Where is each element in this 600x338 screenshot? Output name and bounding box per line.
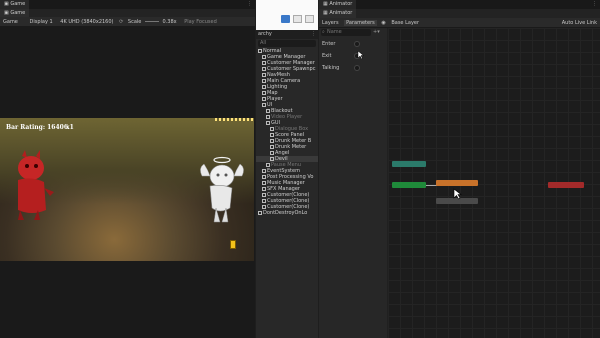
game-icon: ▣ (4, 10, 9, 16)
hierarchy-panel: archy ⋮ All Normal Game Manager Customer M… (256, 0, 318, 338)
parameter-row[interactable]: Enter (319, 38, 387, 50)
tab-layers[interactable]: Layers (322, 20, 339, 26)
parameter-list: Enter Exit Talking (319, 38, 387, 74)
gameobject-icon (270, 139, 274, 143)
tab-animator-2[interactable]: ▦ Animator (319, 9, 357, 18)
game-subtab: ▣ Game (0, 9, 255, 17)
gameobject-icon (266, 163, 270, 167)
scale-slider[interactable] (144, 21, 159, 22)
state-node-idle[interactable] (392, 161, 426, 167)
hierarchy-item-label: DontDestroyOnLo (263, 210, 308, 216)
parameter-label: Talking (322, 65, 340, 71)
angel-sprite (200, 156, 244, 223)
gameobject-icon (270, 145, 274, 149)
gameobject-icon (270, 151, 274, 155)
trigger-toggle[interactable] (354, 41, 360, 47)
panel-menu-icon[interactable]: ⋮ (592, 1, 597, 7)
add-parameter-button[interactable]: +▾ (373, 29, 380, 35)
parameters-search-row: ⌕ Name +▾ (319, 28, 387, 38)
gameobject-icon (266, 121, 270, 125)
play-toolbar-area (256, 0, 318, 30)
bar-rating-text: Bar Rating: 16406 (6, 124, 69, 131)
animator-toolbar: Layers Parameters ◉ Base Layer Auto Live… (319, 18, 600, 28)
eye-icon[interactable]: ◉ (381, 20, 385, 26)
gameobject-icon (266, 109, 270, 113)
gameobject-icon (262, 205, 266, 209)
parameters-panel: ⌕ Name +▾ Enter Exit Talking (319, 28, 387, 338)
score-multiplier: x1 (66, 124, 74, 131)
resolution-dropdown[interactable]: 4K UHD (3840x2160) (60, 19, 113, 25)
animator-subtab: ▦ Animator (319, 9, 600, 18)
search-icon: ⌕ (322, 29, 325, 35)
trigger-toggle[interactable] (354, 65, 360, 71)
breadcrumb[interactable]: Base Layer (391, 20, 419, 26)
mouse-cursor-icon (453, 188, 462, 200)
game-mode-dropdown[interactable]: Game (3, 19, 18, 25)
tab-game-2[interactable]: ▣ Game (0, 9, 30, 17)
hierarchy-tabstrip: archy ⋮ (256, 30, 318, 39)
gameobject-icon (270, 127, 274, 131)
state-machine-graph[interactable] (388, 28, 600, 338)
refresh-icon[interactable]: ⟳ (119, 19, 123, 25)
hierarchy-tree: Normal Game Manager Customer Manager Custom… (256, 48, 318, 216)
panel-menu-icon[interactable]: ⋮ (311, 30, 316, 39)
gameobject-icon (262, 169, 266, 173)
gameobject-icon (258, 211, 262, 215)
entry-node[interactable] (392, 182, 426, 188)
display-dropdown[interactable]: Display 1 (29, 19, 52, 25)
hierarchy-item[interactable]: DontDestroyOnLo (256, 210, 318, 216)
game-tabstrip: ▣ Game ⋮ (0, 0, 255, 9)
animator-tabstrip: ▦ Animator ⋮ (319, 0, 600, 9)
mouse-cursor-icon (357, 50, 365, 60)
light-string (215, 118, 253, 121)
exit-node[interactable] (548, 182, 584, 188)
parameter-row[interactable]: Talking (319, 62, 387, 74)
tab-parameters[interactable]: Parameters (344, 20, 377, 26)
panel-menu-icon[interactable]: ⋮ (247, 1, 252, 7)
scale-value: 0.38x (162, 19, 177, 25)
scale-label: Scale (127, 19, 142, 25)
play-mode-dropdown[interactable]: Play Focused (184, 19, 217, 25)
gameobject-icon (258, 49, 262, 53)
gameobject-icon (262, 55, 266, 59)
game-toolbar: Game Display 1 4K UHD (3840x2160) ⟳ Scal… (0, 17, 255, 27)
step-button[interactable] (305, 15, 314, 23)
play-button[interactable] (281, 15, 290, 23)
tab-game[interactable]: ▣ Game (0, 0, 30, 9)
animator-icon: ▦ (323, 1, 328, 7)
game-viewport[interactable]: Bar Rating: 16406 x1 (0, 118, 254, 261)
devil-sprite (18, 150, 54, 220)
gameobject-icon (266, 115, 270, 119)
tab-hierarchy[interactable]: archy (256, 31, 272, 37)
gameobject-icon (262, 193, 266, 197)
animator-icon: ▦ (323, 10, 328, 16)
gameobject-icon (262, 103, 266, 107)
gameobject-icon (270, 133, 274, 137)
tab-animator[interactable]: ▦ Animator (319, 0, 357, 9)
parameter-row[interactable]: Exit (319, 50, 387, 62)
gameobject-icon (262, 85, 266, 89)
parameters-search-input[interactable]: ⌕ Name (321, 29, 371, 36)
gameobject-icon (262, 79, 266, 83)
gameobject-icon (270, 157, 274, 161)
gameobject-icon (262, 73, 266, 77)
gameobject-icon (262, 97, 266, 101)
parameter-label: Enter (322, 41, 336, 47)
parameter-label: Exit (322, 53, 332, 59)
hierarchy-search-input[interactable]: All (258, 40, 316, 47)
gameobject-icon (262, 91, 266, 95)
default-state-node[interactable] (436, 180, 478, 186)
gameobject-icon (262, 187, 266, 191)
gameobject-icon (262, 199, 266, 203)
drink-glass-icon (230, 240, 236, 249)
auto-live-link-button[interactable]: Auto Live Link (562, 18, 597, 28)
pause-button[interactable] (293, 15, 302, 23)
animator-panel: ▦ Animator ⋮ ▦ Animator Layers Parameter… (319, 0, 600, 338)
gameobject-icon (262, 61, 266, 65)
game-panel: ▣ Game ⋮ ▣ Game Game Display 1 4K UHD (3… (0, 0, 255, 338)
gameobject-icon (262, 175, 266, 179)
gameobject-icon (262, 67, 266, 71)
game-icon: ▣ (4, 1, 9, 7)
gameobject-icon (262, 181, 266, 185)
